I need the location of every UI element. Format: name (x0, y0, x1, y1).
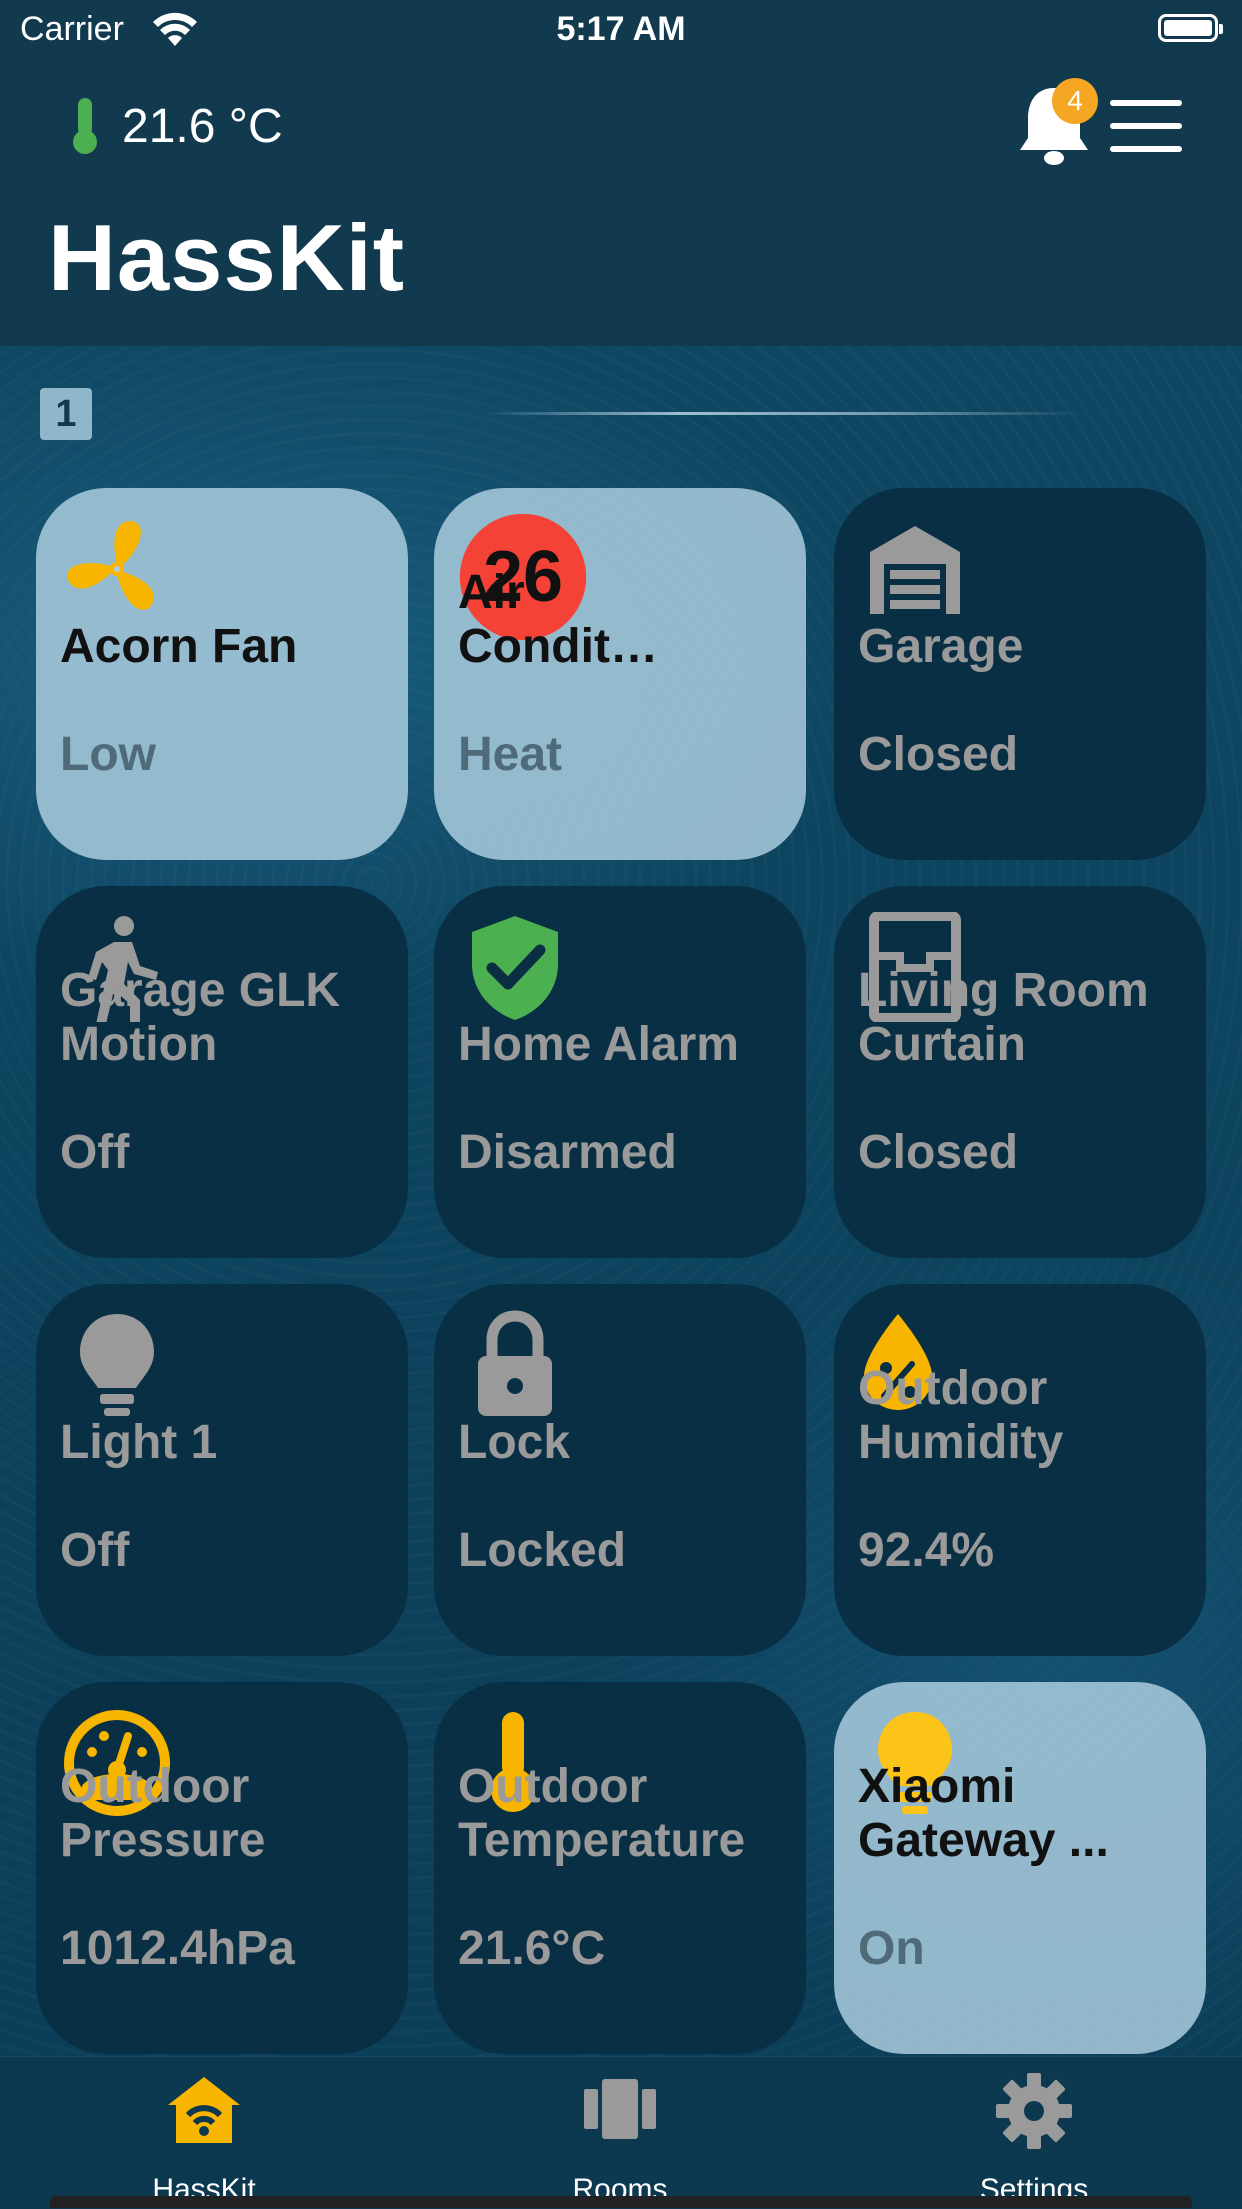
tile-light-1[interactable]: Light 1 Off (36, 1284, 408, 1656)
tile-name: Light 1 (60, 1416, 218, 1469)
gear-icon (996, 2073, 1072, 2149)
page-title: HassKit (48, 205, 406, 310)
tile-state: 92.4% (858, 1524, 995, 1577)
thermometer-icon (73, 98, 97, 154)
tile-state: 21.6°C (458, 1922, 606, 1975)
tile-state: On (858, 1922, 925, 1975)
tile-air-conditioner[interactable]: 26 Air Conditione... Heat (434, 488, 806, 860)
tile-name: Living Room Curtain (858, 964, 1149, 1071)
battery-icon (1158, 14, 1223, 42)
tile-name: Lock (458, 1416, 571, 1469)
rooms-icon (584, 2079, 656, 2139)
tile-name: Xiaomi Gateway ... (858, 1760, 1109, 1867)
menu-line (1110, 123, 1182, 129)
tile-name: Garage GLK Motion (60, 964, 341, 1071)
tile-garage[interactable]: Garage Closed (834, 488, 1206, 860)
tile-name: Outdoor Humidity (858, 1362, 1064, 1469)
tab-rooms[interactable]: Rooms (470, 2057, 770, 2209)
tile-outdoor-humidity[interactable]: Outdoor Humidity 92.4% (834, 1284, 1206, 1656)
clock: 5:17 AM (556, 10, 686, 48)
tile-state: Closed (858, 1126, 1019, 1179)
header: Carrier 5:17 AM 21.6 °C 4 HassKit (0, 0, 1242, 346)
tab-bar: HassKit Rooms Settings (0, 2056, 1242, 2209)
tab-hasskit[interactable]: HassKit (54, 2057, 354, 2209)
notification-badge: 4 (1052, 78, 1098, 124)
tile-name: Garage (858, 620, 1024, 673)
temperature-value: 21.6 °C (122, 99, 283, 153)
home-indicator (50, 2196, 1192, 2208)
tile-name: Acorn Fan (60, 620, 298, 673)
section-number-badge: 1 (40, 388, 92, 440)
status-bar: Carrier 5:17 AM (0, 0, 1242, 62)
tab-settings[interactable]: Settings (884, 2057, 1184, 2209)
tile-outdoor-pressure[interactable]: Outdoor Pressure 1012.4hPa (36, 1682, 408, 2054)
outdoor-temperature-indicator[interactable]: 21.6 °C (68, 96, 283, 156)
tile-outdoor-temperature[interactable]: Outdoor Temperature 21.6°C (434, 1682, 806, 2054)
tile-garage-glk-motion[interactable]: Garage GLK Motion Off (36, 886, 408, 1258)
tile-living-room-curtain[interactable]: Living Room Curtain Closed (834, 886, 1206, 1258)
section-divider (480, 412, 1080, 415)
menu-line (1110, 100, 1182, 106)
tile-state: Off (60, 1126, 130, 1179)
tile-name: Outdoor Temperature (458, 1760, 746, 1867)
tile-state: Closed (858, 728, 1019, 781)
tile-state: Disarmed (458, 1126, 677, 1179)
tile-state: Heat (458, 728, 563, 781)
home-wifi-icon (168, 2077, 240, 2143)
tile-state: Off (60, 1524, 130, 1577)
menu-button[interactable] (1110, 100, 1182, 152)
tile-state: Locked (458, 1524, 627, 1577)
tile-name: Outdoor Pressure (60, 1760, 266, 1867)
tile-name: Home Alarm (458, 1018, 739, 1071)
tile-home-alarm[interactable]: Home Alarm Disarmed (434, 886, 806, 1258)
tile-name: Air Conditione... (458, 566, 668, 673)
tile-state: Low (60, 728, 156, 781)
tile-lock[interactable]: Lock Locked (434, 1284, 806, 1656)
tile-xiaomi-gateway[interactable]: Xiaomi Gateway ... On (834, 1682, 1206, 2054)
tile-state: 1012.4hPa (60, 1922, 295, 1975)
tile-acorn-fan[interactable]: Acorn Fan Low (36, 488, 408, 860)
menu-line (1110, 146, 1182, 152)
